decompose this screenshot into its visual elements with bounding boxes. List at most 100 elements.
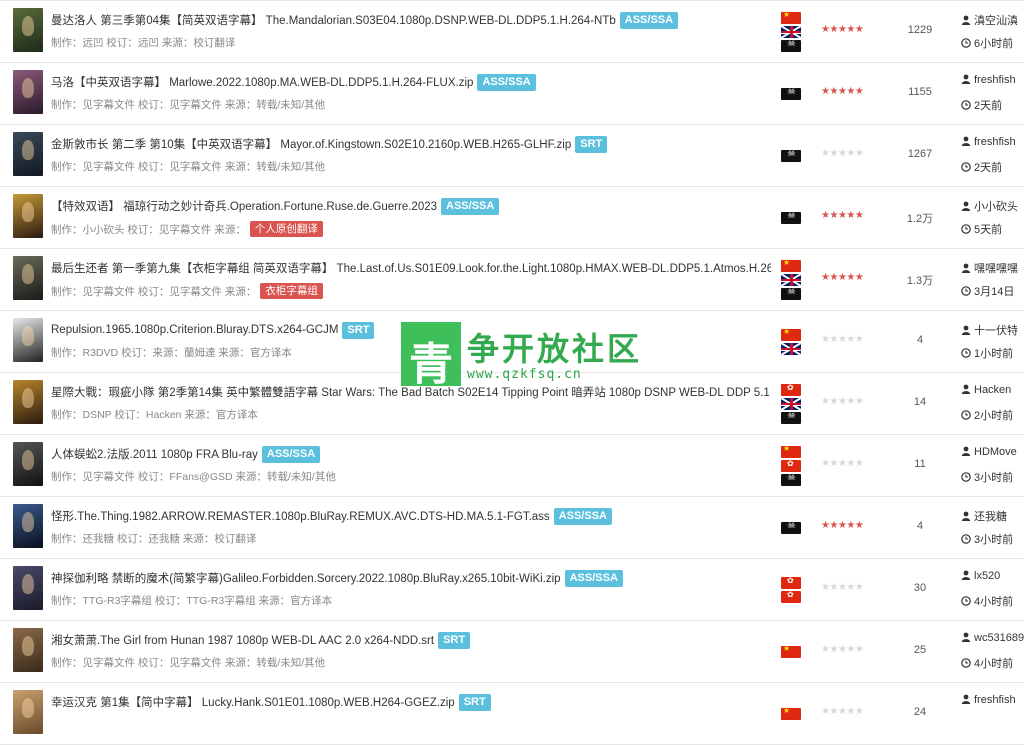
uploader[interactable]: HDMove (961, 446, 1017, 458)
subtitle-row[interactable]: 金斯敦市长 第二季 第10集【中英双语字幕】 Mayor.of.Kingstow… (0, 125, 1024, 187)
uploader[interactable]: 十一伏特 (961, 322, 1018, 338)
subtitle-title-link[interactable]: 金斯敦市长 第二季 第10集【中英双语字幕】 Mayor.of.Kingstow… (51, 136, 571, 152)
subtitle-title-link[interactable]: 人体蜈蚣2.法版.2011 1080p FRA Blu-ray (51, 446, 258, 462)
subtitle-row[interactable]: 【特效双语】 福琼行动之妙计奇兵.Operation.Fortune.Ruse.… (0, 187, 1024, 249)
star-icon: ★ (846, 334, 855, 345)
clock-icon (961, 596, 971, 606)
star-icon: ★ (846, 396, 855, 407)
poster-thumbnail[interactable] (13, 318, 43, 362)
poster-thumbnail[interactable] (13, 442, 43, 486)
uploader[interactable]: freshfish (961, 74, 1016, 86)
meta-text: 制作：见字幕文件 校订：见字幕文件 来源：转载/未知/其他 (51, 657, 326, 669)
subtitle-info: 【特效双语】 福琼行动之妙计奇兵.Operation.Fortune.Ruse.… (51, 196, 771, 237)
uploader-name[interactable]: freshfish (974, 136, 1016, 148)
poster-thumbnail[interactable] (13, 194, 43, 238)
subtitle-row[interactable]: 神探伽利略 禁断的魔术(简繁字幕)Galileo.Forbidden.Sorce… (0, 559, 1024, 621)
poster-figure (22, 635, 34, 656)
subtitle-title-link[interactable]: 神探伽利略 禁断的魔术(简繁字幕)Galileo.Forbidden.Sorce… (51, 570, 561, 586)
subtitle-row[interactable]: 最后生还者 第一季第九集【衣柜字幕组 简英双语字幕】 The.Last.of.U… (0, 249, 1024, 311)
subtitle-title-link[interactable]: 怪形.The.Thing.1982.ARROW.REMASTER.1080p.B… (51, 508, 550, 524)
china-flag-icon (781, 329, 801, 341)
uploader[interactable]: freshfish (961, 136, 1016, 148)
uploader-name[interactable]: 滇空汕滇 (974, 15, 1018, 27)
star-icon: ★ (846, 644, 855, 655)
subtitle-meta: 制作：R3DVD 校订：来源：蘭姆達 来源：官方译本 (51, 345, 771, 360)
subtitle-title-link[interactable]: 星際大戰：瑕疵小隊 第2季第14集 英中繁體雙語字幕 Star Wars: Th… (51, 384, 771, 400)
subtitle-title-link[interactable]: 幸运汉克 第1集【简中字幕】 Lucky.Hank.S01E01.1080p.W… (51, 694, 455, 710)
download-count: 14 (913, 396, 927, 408)
subtitle-list: 曼达洛人 第三季第04集【简英双语字幕】 The.Mandalorian.S03… (0, 0, 1024, 745)
subtitle-meta: 制作：见字幕文件 校订：见字幕文件 来源：转载/未知/其他 (51, 655, 771, 670)
subtitle-title-link[interactable]: 最后生还者 第一季第九集【衣柜字幕组 简英双语字幕】 The.Last.of.U… (51, 260, 771, 276)
uploader-name[interactable]: lx520 (974, 570, 1000, 582)
poster-figure (22, 387, 34, 408)
format-badge: ASS/SSA (564, 569, 623, 587)
star-icon: ★ (854, 396, 864, 407)
upload-time-value: 2天前 (974, 162, 1003, 174)
poster-thumbnail[interactable] (13, 566, 43, 610)
rating-stars: ★★★★★ (821, 148, 864, 159)
uploader-name[interactable]: freshfish (974, 694, 1016, 706)
uploader-name[interactable]: HDMove (974, 446, 1017, 458)
clock-icon (961, 472, 971, 482)
china-flag-icon (781, 12, 801, 24)
uploader[interactable]: freshfish (961, 694, 1016, 706)
subtitle-row[interactable]: 星際大戰：瑕疵小隊 第2季第14集 英中繁體雙語字幕 Star Wars: Th… (0, 373, 1024, 435)
clock-icon (961, 410, 971, 420)
star-icon: ★ (829, 210, 838, 221)
uploader-name[interactable]: 还我糖 (974, 511, 1007, 523)
rating-stars: ★★★★★ (821, 520, 864, 531)
subtitle-title-link[interactable]: Repulsion.1965.1080p.Criterion.Bluray.DT… (51, 324, 338, 336)
star-icon: ★ (829, 334, 838, 345)
poster-thumbnail[interactable] (13, 70, 43, 114)
subtitle-row[interactable]: 幸运汉克 第1集【简中字幕】 Lucky.Hank.S01E01.1080p.W… (0, 683, 1024, 745)
language-flags (781, 150, 801, 164)
uploader[interactable]: 滇空汕滇 (961, 12, 1018, 28)
language-flags (781, 12, 801, 54)
uploader[interactable]: lx520 (961, 570, 1000, 582)
language-flags (781, 708, 801, 722)
title-line: 星際大戰：瑕疵小隊 第2季第14集 英中繁體雙語字幕 Star Wars: Th… (51, 382, 771, 402)
poster-thumbnail[interactable] (13, 256, 43, 300)
uploader[interactable]: 还我糖 (961, 508, 1007, 524)
china-flag-icon (781, 446, 801, 458)
subtitle-row[interactable]: 马洛【中英双语字幕】 Marlowe.2022.1080p.MA.WEB-DL.… (0, 63, 1024, 125)
uploader[interactable]: 嘿嘿嘿嘿 (961, 260, 1018, 276)
subtitle-title-link[interactable]: 曼达洛人 第三季第04集【简英双语字幕】 The.Mandalorian.S03… (51, 12, 616, 28)
hongkong-flag-icon (781, 384, 801, 396)
poster-thumbnail[interactable] (13, 504, 43, 548)
star-icon: ★ (854, 272, 864, 283)
poster-thumbnail[interactable] (13, 8, 43, 52)
uploader-name[interactable]: 嘿嘿嘿嘿 (974, 263, 1018, 275)
uploader-name[interactable]: 小小砍头 (974, 201, 1018, 213)
poster-thumbnail[interactable] (13, 132, 43, 176)
poster-thumbnail[interactable] (13, 628, 43, 672)
uploader[interactable]: 小小砍头 (961, 198, 1018, 214)
source-tag[interactable]: 衣柜字幕组 (260, 283, 323, 299)
uploader-name[interactable]: 十一伏特 (974, 325, 1018, 337)
poster-thumbnail[interactable] (13, 380, 43, 424)
star-icon: ★ (846, 24, 855, 35)
uk-flag-icon (781, 274, 801, 286)
subtitle-row[interactable]: 曼达洛人 第三季第04集【简英双语字幕】 The.Mandalorian.S03… (0, 0, 1024, 63)
pirate-flag-icon (781, 40, 801, 52)
poster-thumbnail[interactable] (13, 690, 43, 734)
clock-icon (961, 286, 971, 296)
subtitle-title-link[interactable]: 湘女萧萧.The Girl from Hunan 1987 1080p WEB-… (51, 632, 434, 648)
meta-text: 制作：远凹 校订：远凹 来源：校订翻译 (51, 37, 236, 49)
uploader-name[interactable]: freshfish (974, 74, 1016, 86)
uploader-name[interactable]: Hacken (974, 384, 1011, 396)
subtitle-row[interactable]: Repulsion.1965.1080p.Criterion.Bluray.DT… (0, 311, 1024, 373)
download-count: 30 (913, 582, 927, 594)
source-tag[interactable]: 个人原创翻译 (249, 221, 323, 237)
uploader-name[interactable]: wc531689 (974, 632, 1024, 644)
subtitle-title-link[interactable]: 马洛【中英双语字幕】 Marlowe.2022.1080p.MA.WEB-DL.… (51, 74, 473, 90)
uploader[interactable]: wc531689 (961, 632, 1024, 644)
subtitle-row[interactable]: 怪形.The.Thing.1982.ARROW.REMASTER.1080p.B… (0, 497, 1024, 559)
subtitle-meta: 制作：见字幕文件 校订：FFans@GSD 来源：转载/未知/其他 (51, 469, 771, 484)
subtitle-title-link[interactable]: 【特效双语】 福琼行动之妙计奇兵.Operation.Fortune.Ruse.… (51, 198, 437, 214)
subtitle-row[interactable]: 人体蜈蚣2.法版.2011 1080p FRA Blu-ray ASS/SSA 制作… (0, 435, 1024, 497)
subtitle-row[interactable]: 湘女萧萧.The Girl from Hunan 1987 1080p WEB-… (0, 621, 1024, 683)
uploader[interactable]: Hacken (961, 384, 1011, 396)
upload-time-value: 2天前 (974, 100, 1003, 112)
